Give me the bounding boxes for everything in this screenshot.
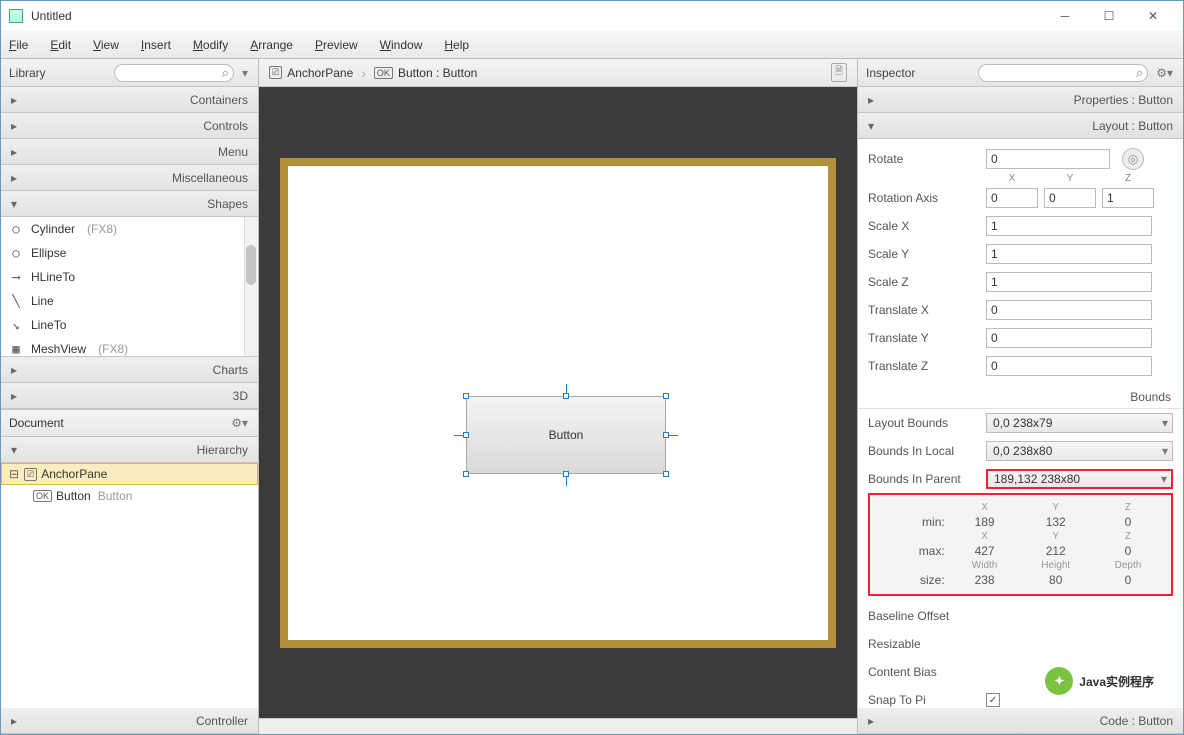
menu-file[interactable]: File <box>9 38 28 52</box>
section-charts[interactable]: ▸Charts <box>1 357 258 383</box>
chevron-right-icon: › <box>361 65 366 81</box>
menu-modify[interactable]: Modify <box>193 38 228 52</box>
menu-window[interactable]: Window <box>380 38 423 52</box>
breadcrumb-item[interactable]: OKButton : Button <box>374 66 477 80</box>
breadcrumb-bar: ⎚AnchorPane › OKButton : Button 🗎 <box>259 59 857 87</box>
snap-checkbox[interactable]: ✓ <box>986 693 1000 707</box>
section-misc[interactable]: ▸Miscellaneous <box>1 165 258 191</box>
bounds-local-combo[interactable]: 0,0 238x80 <box>986 441 1173 461</box>
document-icon[interactable]: 🗎 <box>831 63 847 82</box>
inspector-title: Inspector <box>866 66 915 80</box>
reset-icon[interactable]: ◎ <box>1122 148 1144 170</box>
inspector-menu-icon[interactable]: ⚙▾ <box>1154 66 1175 80</box>
section-code[interactable]: ▸Code : Button <box>858 708 1183 734</box>
list-item[interactable]: ╲Line <box>1 289 258 313</box>
library-title: Library <box>9 66 46 80</box>
menu-arrange[interactable]: Arrange <box>250 38 293 52</box>
anchorpane-canvas[interactable]: Button <box>280 158 836 648</box>
shapes-list: ○Cylinder(FX8) ○Ellipse ⟶HLineTo ╲Line ↘… <box>1 217 258 357</box>
menu-help[interactable]: Help <box>444 38 469 52</box>
title-bar: Untitled ─ ☐ ✕ <box>1 1 1183 31</box>
section-controller[interactable]: ▸Controller <box>1 708 258 734</box>
center-panel: ⎚AnchorPane › OKButton : Button 🗎 Button <box>259 59 857 734</box>
list-item[interactable]: ○Cylinder(FX8) <box>1 217 258 241</box>
section-properties[interactable]: ▸Properties : Button <box>858 87 1183 113</box>
guide-line <box>668 435 678 436</box>
watermark: ✦Java实例程序 <box>1045 667 1154 695</box>
section-hierarchy[interactable]: ▾Hierarchy <box>1 437 258 463</box>
scaley-input[interactable] <box>986 244 1152 264</box>
transx-input[interactable] <box>986 300 1152 320</box>
library-menu-icon[interactable]: ▾ <box>240 66 250 80</box>
tree-node-anchorpane[interactable]: ⊟⎚AnchorPane <box>1 463 258 485</box>
hierarchy-tree: ⊟⎚AnchorPane OKButtonButton <box>1 463 258 708</box>
section-containers[interactable]: ▸Containers <box>1 87 258 113</box>
transy-input[interactable] <box>986 328 1152 348</box>
menu-insert[interactable]: Insert <box>141 38 171 52</box>
tree-node-button[interactable]: OKButtonButton <box>1 485 258 507</box>
scalex-input[interactable] <box>986 216 1152 236</box>
resize-handle[interactable] <box>663 393 669 399</box>
button-node[interactable]: Button <box>466 396 666 474</box>
minimize-button[interactable]: ─ <box>1043 1 1087 31</box>
inspector-search[interactable] <box>978 64 1148 82</box>
bounds-header: Bounds <box>858 386 1183 409</box>
breadcrumb-item[interactable]: ⎚AnchorPane <box>269 66 353 80</box>
section-layout[interactable]: ▾Layout : Button <box>858 113 1183 139</box>
menu-preview[interactable]: Preview <box>315 38 358 52</box>
menu-bar: File Edit View Insert Modify Arrange Pre… <box>1 31 1183 59</box>
section-3d[interactable]: ▸3D <box>1 383 258 409</box>
rotaxis-z-input[interactable] <box>1102 188 1154 208</box>
list-item[interactable]: ▦MeshView(FX8) <box>1 337 258 357</box>
list-item[interactable]: ○Ellipse <box>1 241 258 265</box>
library-search[interactable] <box>114 64 234 82</box>
horizontal-scrollbar[interactable] <box>259 718 857 734</box>
layout-bounds-combo[interactable]: 0,0 238x79 <box>986 413 1173 433</box>
rotaxis-x-input[interactable] <box>986 188 1038 208</box>
menu-edit[interactable]: Edit <box>50 38 71 52</box>
scrollbar[interactable] <box>244 217 258 356</box>
menu-view[interactable]: View <box>93 38 119 52</box>
resize-handle[interactable] <box>463 393 469 399</box>
rotaxis-y-input[interactable] <box>1044 188 1096 208</box>
library-panel: Library ▾ ▸Containers ▸Controls ▸Menu ▸M… <box>1 59 259 734</box>
scalez-input[interactable] <box>986 272 1152 292</box>
document-title: Document <box>9 416 64 430</box>
list-item[interactable]: ⟶HLineTo <box>1 265 258 289</box>
app-icon <box>9 9 23 23</box>
guide-line <box>566 476 567 486</box>
section-controls[interactable]: ▸Controls <box>1 113 258 139</box>
inspector-panel: Inspector ⚙▾ ▸Properties : Button ▾Layou… <box>857 59 1183 734</box>
bounds-parent-combo[interactable]: 189,132 238x80 <box>986 469 1173 489</box>
bounds-popup: XYZ min:1891320 XYZ max:4272120 WidthHei… <box>868 493 1173 596</box>
close-button[interactable]: ✕ <box>1131 1 1175 31</box>
list-item[interactable]: ↘LineTo <box>1 313 258 337</box>
section-shapes[interactable]: ▾Shapes <box>1 191 258 217</box>
document-menu-icon[interactable]: ⚙▾ <box>229 416 250 430</box>
resize-handle[interactable] <box>663 471 669 477</box>
maximize-button[interactable]: ☐ <box>1087 1 1131 31</box>
resize-handle[interactable] <box>463 471 469 477</box>
rotate-input[interactable] <box>986 149 1110 169</box>
guide-line <box>566 384 567 394</box>
canvas-area[interactable]: Button <box>259 87 857 718</box>
section-menu[interactable]: ▸Menu <box>1 139 258 165</box>
window-title: Untitled <box>31 9 1043 23</box>
guide-line <box>454 435 464 436</box>
transz-input[interactable] <box>986 356 1152 376</box>
